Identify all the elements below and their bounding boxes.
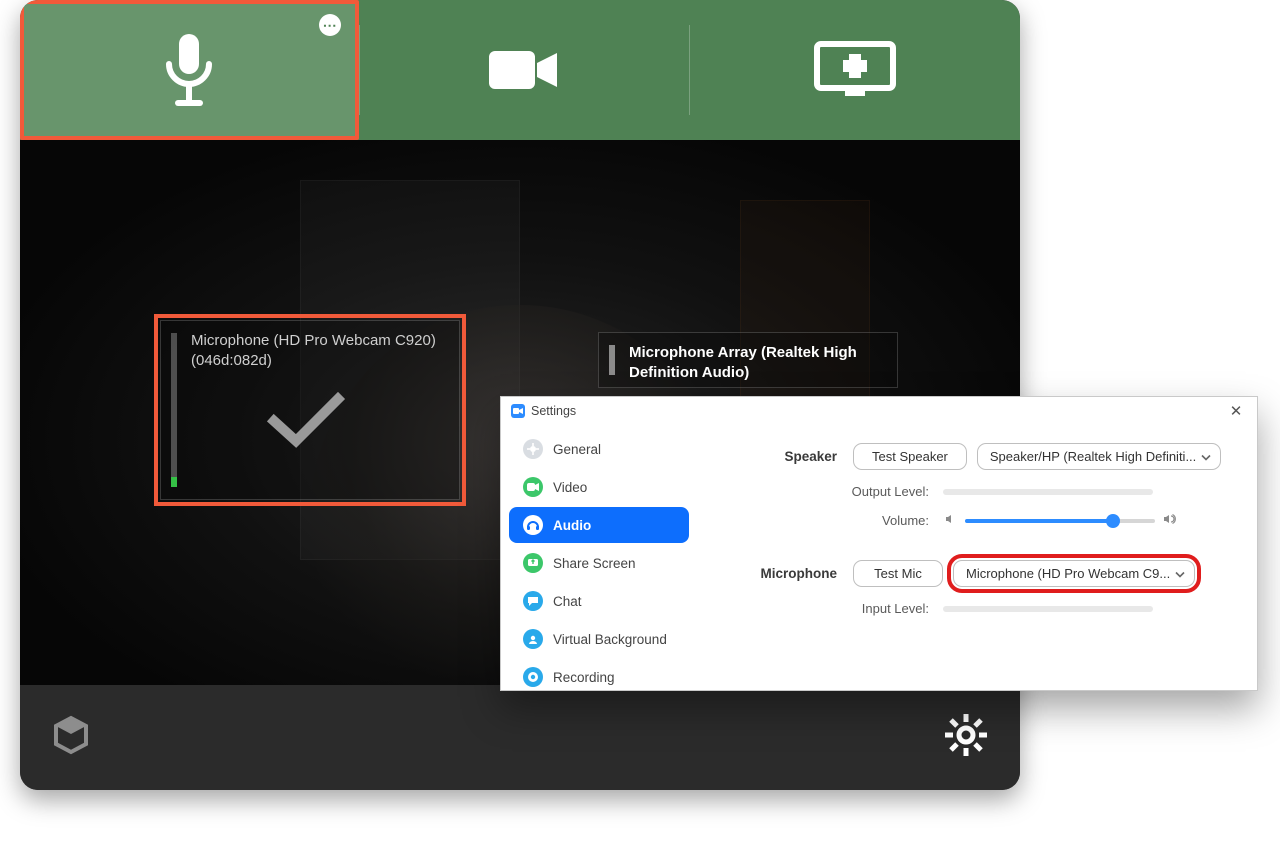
virtual-bg-icon: [523, 629, 543, 649]
select-value: Microphone (HD Pro Webcam C9...: [966, 566, 1170, 581]
nav-general[interactable]: General: [509, 431, 689, 467]
checkmark-icon: [266, 391, 346, 451]
share-small-icon: [523, 553, 543, 573]
settings-panel-audio: Speaker Test Speaker Speaker/HP (Realtek…: [697, 425, 1257, 690]
chevron-down-icon: [1201, 449, 1211, 464]
settings-gear-button[interactable]: [942, 711, 990, 764]
volume-low-icon: [943, 513, 957, 528]
slider-thumb[interactable]: [1106, 514, 1120, 528]
chevron-down-icon: [1175, 566, 1185, 581]
nav-chat[interactable]: Chat: [509, 583, 689, 619]
nav-video[interactable]: Video: [509, 469, 689, 505]
nav-virtual-background[interactable]: Virtual Background: [509, 621, 689, 657]
mic-option-label: Microphone Array (Realtek High Definitio…: [629, 343, 881, 384]
zoom-app-icon: [511, 404, 525, 418]
input-level-bar: [171, 333, 177, 487]
nav-label: Virtual Background: [553, 632, 667, 647]
speaker-label: Speaker: [703, 449, 853, 464]
input-level-bar: [609, 345, 615, 375]
microphone-icon: [161, 30, 217, 110]
record-icon: [523, 667, 543, 687]
nav-label: Chat: [553, 594, 582, 609]
test-mic-button[interactable]: Test Mic: [853, 560, 943, 587]
headphones-icon: [523, 515, 543, 535]
volume-slider[interactable]: [965, 519, 1155, 523]
settings-window: Settings ✕ General Video: [500, 396, 1258, 691]
microphone-label: Microphone: [703, 566, 853, 581]
settings-nav: General Video Audio Share Screen: [501, 425, 697, 690]
close-button[interactable]: ✕: [1225, 402, 1247, 420]
input-level-meter: [943, 606, 1153, 612]
output-level-meter: [943, 489, 1153, 495]
audio-options-button[interactable]: ⋯: [319, 14, 341, 36]
tab-audio[interactable]: ⋯: [20, 0, 359, 140]
top-toolbar: ⋯: [20, 0, 1020, 140]
test-speaker-button[interactable]: Test Speaker: [853, 443, 967, 470]
settings-titlebar[interactable]: Settings ✕: [501, 397, 1257, 425]
microphone-device-select[interactable]: Microphone (HD Pro Webcam C9...: [953, 560, 1195, 587]
tab-share-screen[interactable]: [689, 0, 1020, 140]
gear-small-icon: [523, 439, 543, 459]
nav-label: Recording: [553, 670, 615, 685]
nav-label: General: [553, 442, 601, 457]
speaker-device-select[interactable]: Speaker/HP (Realtek High Definiti...: [977, 443, 1221, 470]
gear-icon: [942, 711, 990, 759]
volume-high-icon: [1163, 513, 1177, 528]
nav-recording[interactable]: Recording: [509, 659, 689, 695]
bottom-bar: [20, 685, 1020, 790]
mic-option-sublabel: (046d:082d): [191, 351, 443, 371]
volume-label: Volume:: [703, 513, 943, 528]
mic-option-other[interactable]: Microphone Array (Realtek High Definitio…: [598, 332, 898, 388]
nav-label: Share Screen: [553, 556, 636, 571]
nav-audio[interactable]: Audio: [509, 507, 689, 543]
video-camera-icon: [487, 45, 561, 95]
mic-option-label: Microphone (HD Pro Webcam C920): [191, 331, 443, 351]
chat-icon: [523, 591, 543, 611]
nav-share-screen[interactable]: Share Screen: [509, 545, 689, 581]
settings-title: Settings: [531, 404, 576, 418]
input-level-label: Input Level:: [703, 601, 943, 616]
nav-label: Audio: [553, 518, 591, 533]
share-screen-icon: [813, 40, 897, 100]
video-small-icon: [523, 477, 543, 497]
output-level-label: Output Level:: [703, 484, 943, 499]
close-icon: ✕: [1230, 403, 1243, 420]
select-value: Speaker/HP (Realtek High Definiti...: [990, 449, 1196, 464]
nav-label: Video: [553, 480, 587, 495]
mic-option-selected[interactable]: Microphone (HD Pro Webcam C920) (046d:08…: [160, 320, 460, 500]
app-logo-icon: [50, 714, 92, 761]
tab-video[interactable]: [359, 0, 690, 140]
